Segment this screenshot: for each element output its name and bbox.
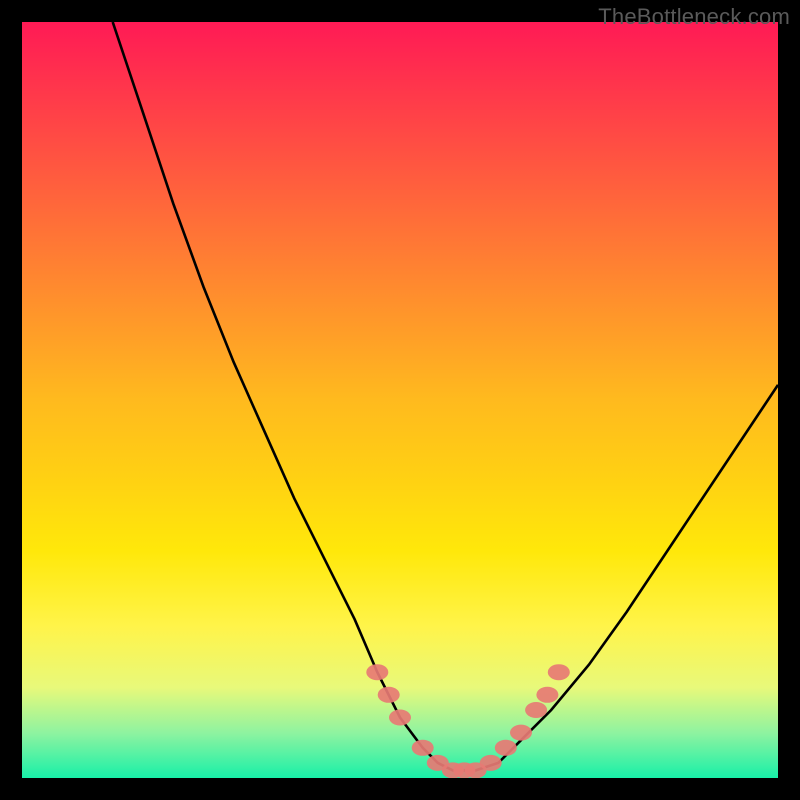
marker-point <box>510 725 532 741</box>
marker-point <box>525 702 547 718</box>
marker-point <box>495 740 517 756</box>
chart-frame: TheBottleneck.com <box>0 0 800 800</box>
curve-layer <box>22 22 778 778</box>
marker-point <box>548 664 570 680</box>
marker-point <box>480 755 502 771</box>
marker-point <box>366 664 388 680</box>
bottleneck-curve <box>113 22 778 770</box>
marker-point <box>536 687 558 703</box>
marker-point <box>389 710 411 726</box>
plot-area <box>22 22 778 778</box>
watermark-text: TheBottleneck.com <box>598 4 790 30</box>
marker-point <box>412 740 434 756</box>
marker-point <box>378 687 400 703</box>
